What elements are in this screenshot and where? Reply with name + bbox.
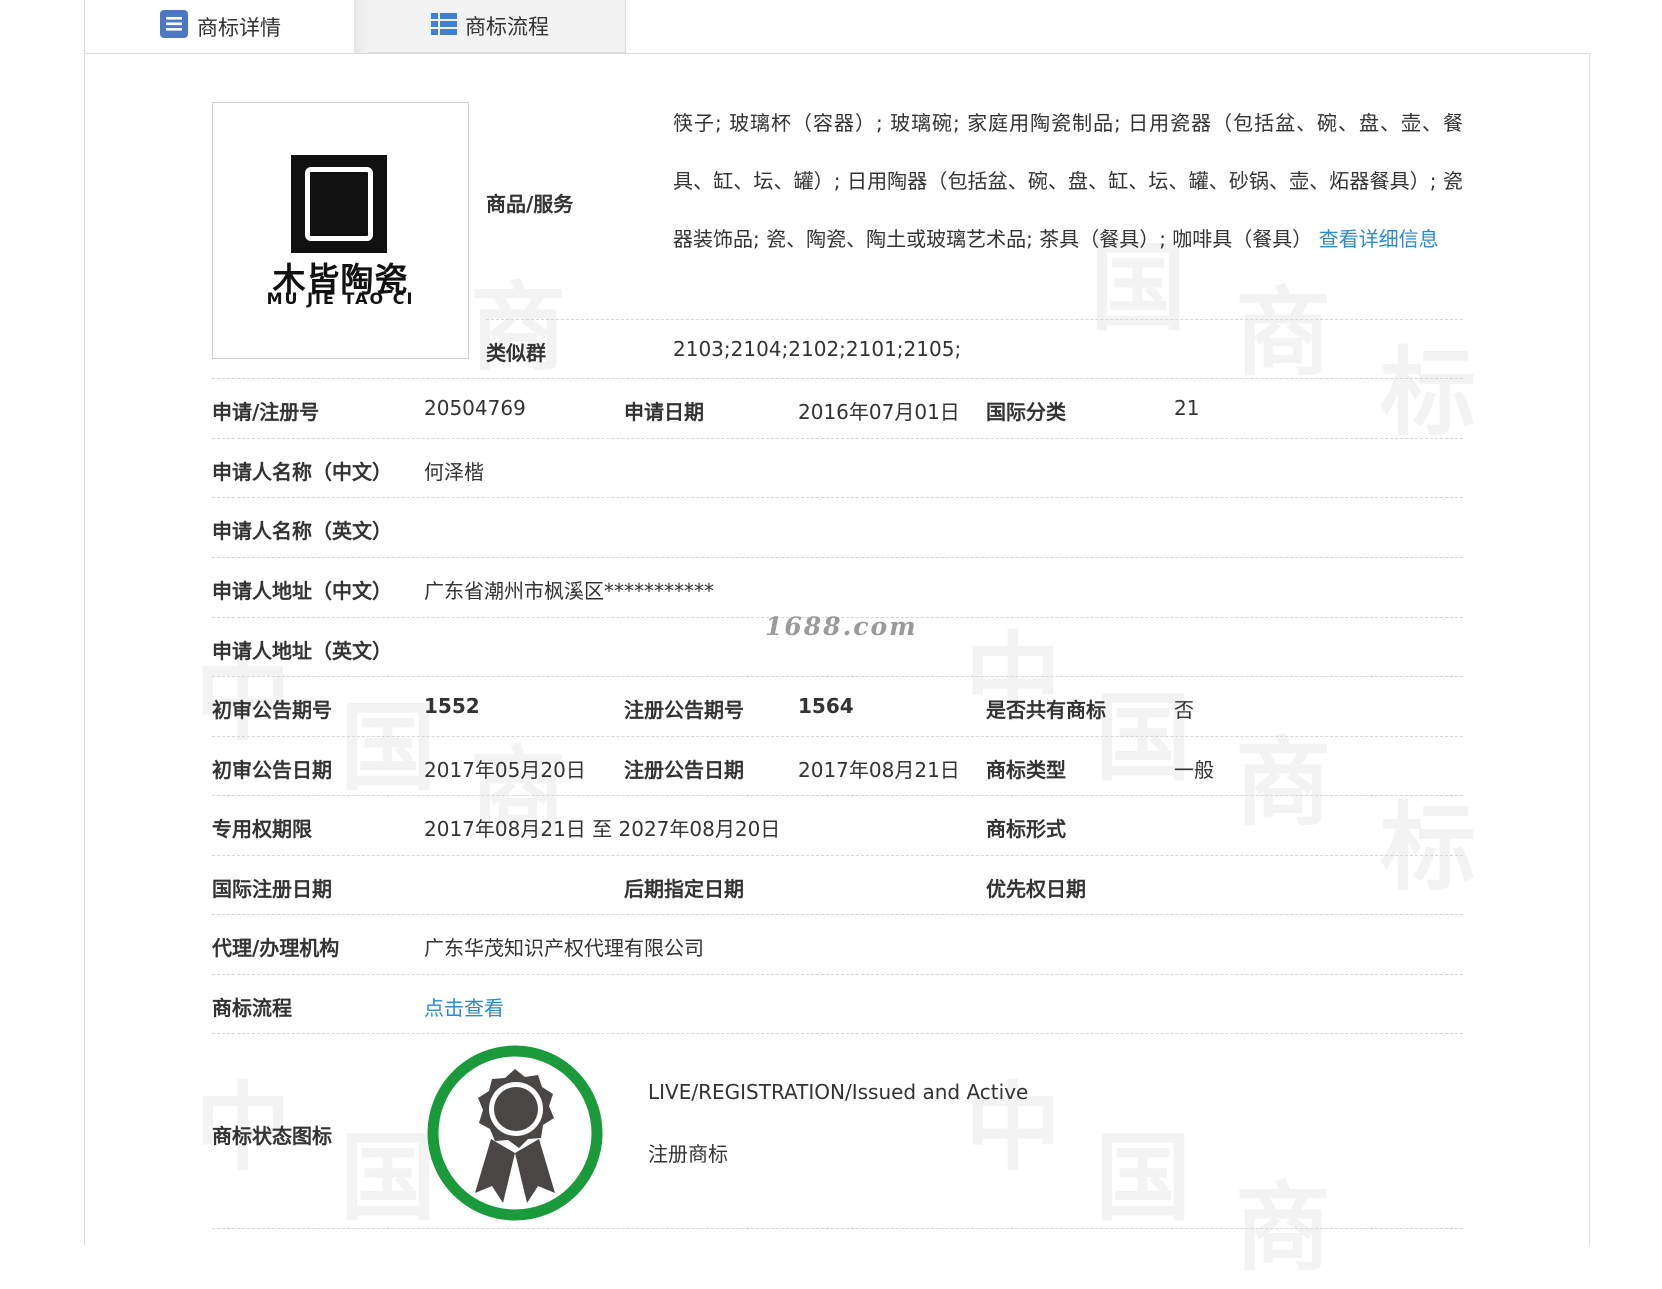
status-en: LIVE/REGISTRATION/Issued and Active: [648, 1080, 1029, 1104]
shared-trademark-value: 否: [1174, 698, 1194, 722]
agency-value: 广东华茂知识产权代理有限公司: [424, 936, 704, 960]
goods-services-label: 商品/服务: [486, 192, 574, 216]
prelim-notice-no-label: 初审公告期号: [212, 698, 332, 722]
row-divider: [212, 676, 1463, 677]
row-divider: [212, 1228, 1463, 1229]
row-divider: [212, 795, 1463, 796]
row-divider: [212, 1033, 1463, 1034]
applicant-name-en-label: 申请人名称（英文）: [212, 519, 392, 543]
similar-group-value: 2103;2104;2102;2101;2105;: [673, 337, 962, 361]
trademark-image: 木皆陶瓷 MU JIE TAO CI: [212, 102, 469, 359]
trademark-form-label: 商标形式: [986, 817, 1066, 841]
row-divider: [212, 378, 1463, 379]
list-icon: [431, 12, 457, 41]
prelim-notice-no-value: 1552: [424, 694, 480, 718]
seal-mark: [291, 155, 387, 253]
priority-date-label: 优先权日期: [986, 877, 1086, 901]
status-icon-label: 商标状态图标: [212, 1124, 332, 1148]
row-divider: [212, 497, 1463, 498]
reg-notice-no-label: 注册公告期号: [624, 698, 744, 722]
row-divider: [212, 914, 1463, 915]
later-designation-date-label: 后期指定日期: [624, 877, 744, 901]
row-divider: [212, 855, 1463, 856]
reg-notice-date-value: 2017年08月21日: [798, 758, 960, 782]
apply-date-value: 2016年07月01日: [798, 400, 960, 424]
agency-label: 代理/办理机构: [212, 936, 340, 960]
view-details-link[interactable]: 查看详细信息: [1319, 227, 1439, 251]
award-badge-icon: [425, 1043, 605, 1223]
shared-trademark-label: 是否共有商标: [986, 698, 1106, 722]
site-watermark: 1688.com: [765, 612, 918, 641]
tab-trademark-detail[interactable]: 商标详情: [84, 0, 354, 53]
apply-date-label: 申请日期: [624, 400, 704, 424]
reg-notice-date-label: 注册公告日期: [624, 758, 744, 782]
goods-services-value: 筷子; 玻璃杯（容器）; 玻璃碗; 家庭用陶瓷制品; 日用瓷器（包括盆、碗、盘、…: [673, 94, 1463, 268]
process-label: 商标流程: [212, 996, 292, 1020]
document-list-icon: [159, 9, 189, 44]
row-divider: [212, 974, 1463, 975]
view-process-link[interactable]: 点击查看: [424, 992, 504, 1021]
trademark-logo-en: MU JIE TAO CI: [266, 289, 415, 308]
row-divider: [212, 438, 1463, 439]
trademark-type-value: 一般: [1174, 758, 1214, 782]
tab-trademark-flow[interactable]: 商标流程: [354, 0, 626, 53]
exclusive-period-value: 2017年08月21日 至 2027年08月20日: [424, 817, 781, 841]
applicant-address-cn-label: 申请人地址（中文）: [212, 579, 392, 603]
reg-no-label: 申请/注册号: [212, 400, 320, 424]
applicant-name-cn-value: 何泽楷: [424, 460, 484, 484]
status-cn: 注册商标: [648, 1142, 728, 1166]
applicant-address-en-label: 申请人地址（英文）: [212, 639, 392, 663]
applicant-name-cn-label: 申请人名称（中文）: [212, 460, 392, 484]
intl-class-value: 21: [1174, 396, 1200, 420]
row-divider: [486, 319, 1463, 320]
row-divider: [212, 736, 1463, 737]
row-divider: [212, 557, 1463, 558]
tab-bar: 商标详情 商标流程: [84, 0, 1590, 54]
prelim-notice-date-label: 初审公告日期: [212, 758, 332, 782]
exclusive-period-label: 专用权期限: [212, 817, 312, 841]
prelim-notice-date-value: 2017年05月20日: [424, 758, 586, 782]
trademark-type-label: 商标类型: [986, 758, 1066, 782]
tab-trademark-flow-label: 商标流程: [465, 15, 549, 39]
intl-class-label: 国际分类: [986, 400, 1066, 424]
tab-trademark-detail-label: 商标详情: [197, 15, 281, 40]
similar-group-label: 类似群: [486, 341, 546, 365]
intl-reg-date-label: 国际注册日期: [212, 877, 332, 901]
reg-no-value: 20504769: [424, 396, 526, 420]
applicant-address-cn-value: 广东省潮州市枫溪区***********: [424, 579, 714, 603]
reg-notice-no-value: 1564: [798, 694, 854, 718]
